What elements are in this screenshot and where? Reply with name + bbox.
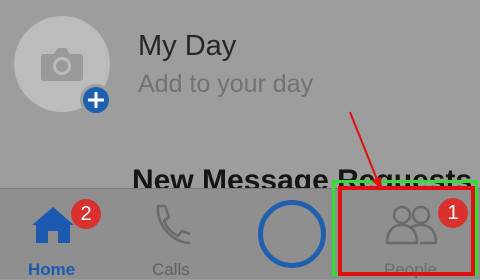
pointer-arrow	[349, 111, 382, 190]
